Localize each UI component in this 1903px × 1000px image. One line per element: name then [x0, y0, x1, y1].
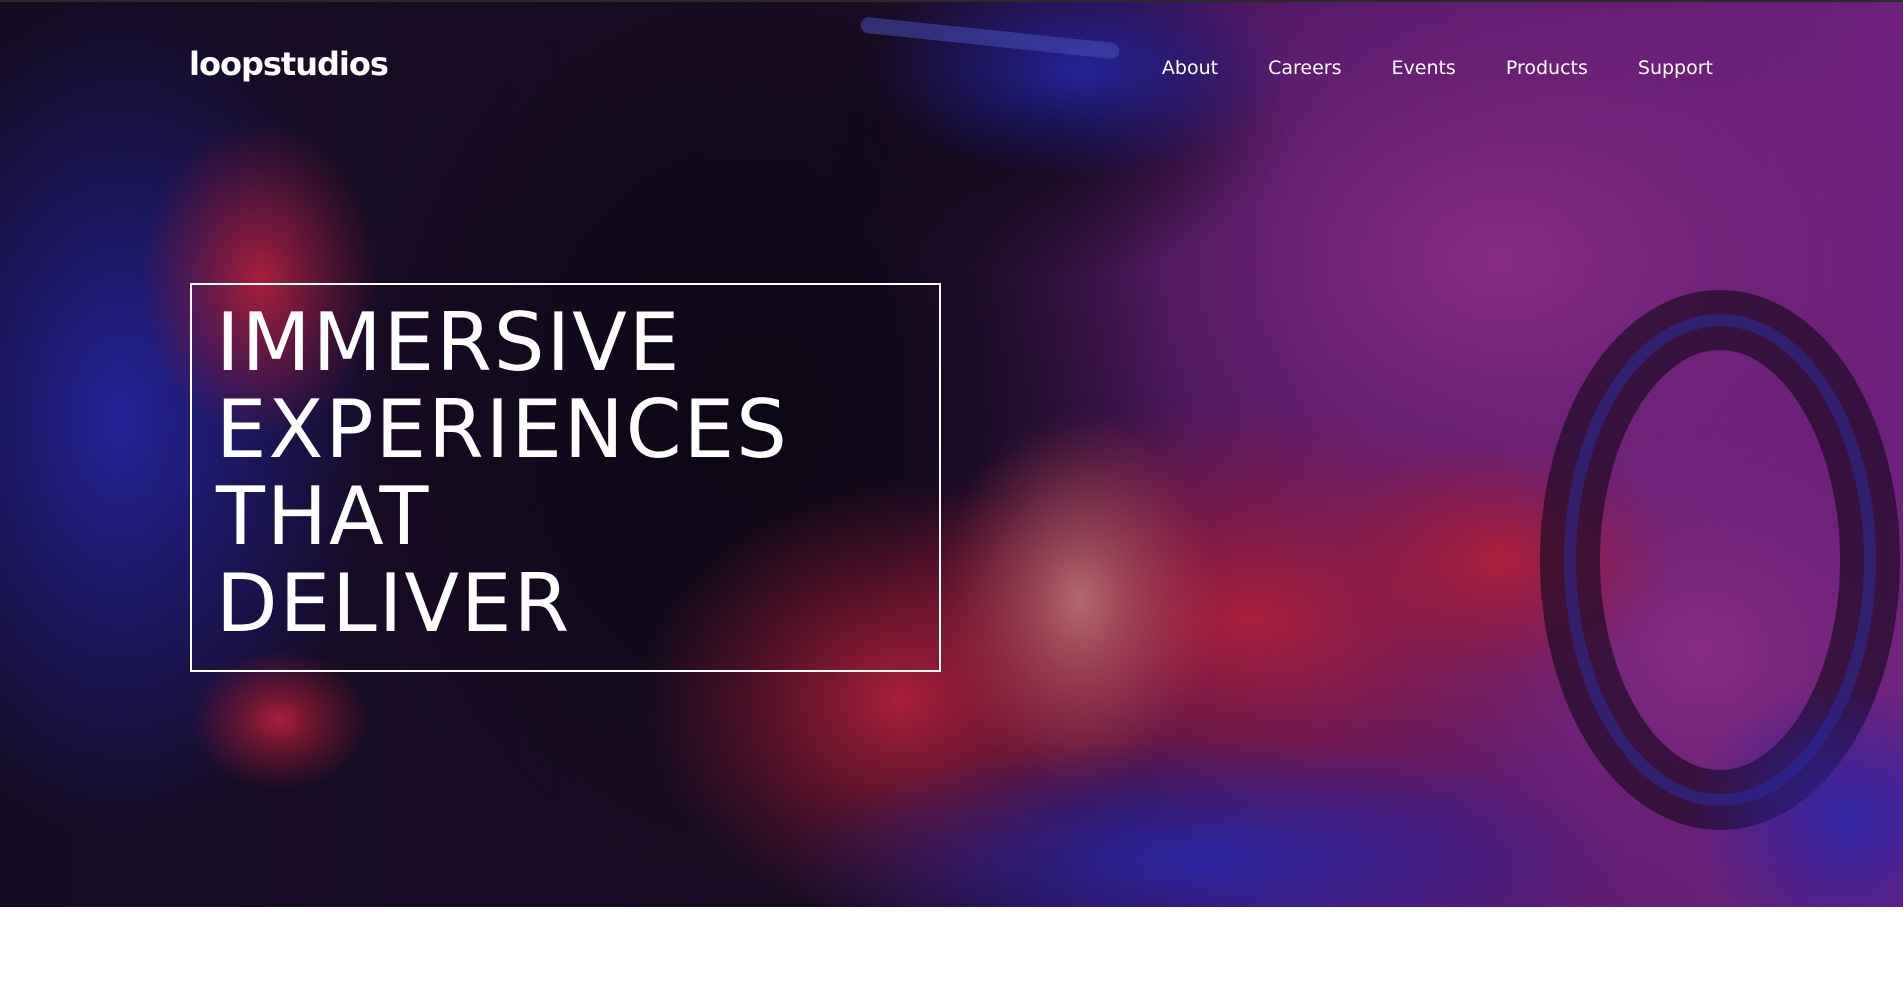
- nav-link-products[interactable]: Products: [1506, 52, 1588, 84]
- hero-section: loopstudios About Careers Events Product…: [0, 0, 1903, 907]
- top-border-line: [0, 0, 1903, 2]
- headline-line-4: DELIVER: [216, 557, 572, 650]
- nav-link-careers[interactable]: Careers: [1268, 52, 1341, 84]
- headline-line-2: EXPERIENCES: [216, 383, 789, 476]
- nav-link-support[interactable]: Support: [1638, 52, 1713, 84]
- headline-line-1: IMMERSIVE: [216, 296, 682, 389]
- main-nav: About Careers Events Products Support: [1162, 52, 1713, 84]
- headline-line-3: THAT: [216, 470, 431, 563]
- hero-headline-box: IMMERSIVE EXPERIENCES THAT DELIVER: [190, 283, 941, 672]
- brand-logo[interactable]: loopstudios: [189, 44, 389, 84]
- page-content-area: [0, 907, 1903, 1000]
- nav-link-events[interactable]: Events: [1392, 52, 1456, 84]
- hero-headline: IMMERSIVE EXPERIENCES THAT DELIVER: [216, 299, 789, 647]
- nav-link-about[interactable]: About: [1162, 52, 1218, 84]
